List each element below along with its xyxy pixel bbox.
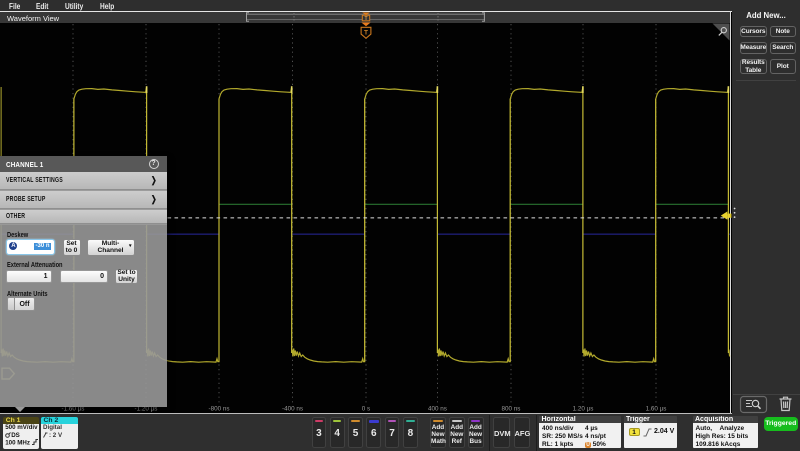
svg-text:800 ns: 800 ns: [502, 405, 521, 412]
svg-text:-800 ns: -800 ns: [208, 405, 229, 412]
svg-text:T: T: [364, 29, 368, 36]
svg-text:1.60 µs: 1.60 µs: [646, 405, 667, 412]
svg-text:T: T: [364, 16, 367, 22]
svg-text:400 ns: 400 ns: [428, 405, 447, 412]
svg-text:-400 ns: -400 ns: [282, 405, 303, 412]
svg-text:0 s: 0 s: [362, 405, 370, 412]
svg-text:1.20 µs: 1.20 µs: [573, 405, 594, 412]
